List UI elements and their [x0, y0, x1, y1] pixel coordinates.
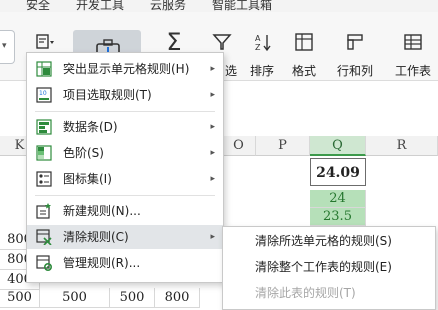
- cell-q-value[interactable]: 24.09: [310, 158, 366, 186]
- tab-smart-toolbox[interactable]: 智能工具箱: [212, 0, 272, 12]
- manage-rules-icon: [36, 255, 52, 271]
- conditional-format-menu: 突出显示单元格规则(H) ▸ 10 项目选取规则(T) ▸ 数据条(D) ▸ 色…: [26, 52, 224, 283]
- cell-q-green-1[interactable]: 24: [310, 190, 366, 208]
- svg-text:A: A: [255, 34, 261, 43]
- sort-label: 排序: [249, 64, 274, 78]
- sort-button[interactable]: A Z 排序: [244, 32, 280, 79]
- menu-item-label: 管理规则(R)...: [63, 256, 141, 270]
- submenu-item-clear-selected-cells[interactable]: 清除所选单元格的规则(S): [223, 229, 435, 253]
- menu-item-label: 清除规则(C): [63, 230, 129, 244]
- menu-item-icon-sets[interactable]: 图标集(I) ▸: [27, 167, 223, 191]
- ribbon-tab-strip: 安全 开发工具 云服务 智能工具箱: [0, 0, 438, 12]
- menu-item-color-scales[interactable]: 色阶(S) ▸: [27, 141, 223, 165]
- tab-developer-tools[interactable]: 开发工具: [76, 0, 124, 12]
- top-bottom-rules-icon: 10: [36, 87, 52, 103]
- worksheet-icon: [404, 34, 422, 50]
- tab-cloud-service[interactable]: 云服务: [150, 0, 186, 12]
- column-header-p[interactable]: P: [256, 136, 310, 156]
- format-icon: [295, 33, 313, 51]
- menu-item-highlight-cell-rules[interactable]: 突出显示单元格规则(H) ▸: [27, 57, 223, 81]
- worksheet-button[interactable]: 工作表: [388, 32, 438, 79]
- chevron-right-icon: ▸: [210, 232, 215, 242]
- menu-item-label: 新建规则(N)...: [63, 204, 141, 218]
- cell-left-4[interactable]: 500: [0, 288, 40, 308]
- menu-separator: [35, 111, 215, 112]
- chevron-right-icon: ▸: [210, 90, 215, 100]
- row-col-icon: [347, 34, 363, 50]
- menu-separator: [35, 195, 215, 196]
- clear-rules-submenu: 清除所选单元格的规则(S) 清除整个工作表的规则(E) 清除此表的规则(T): [222, 226, 436, 310]
- filter-icon: [212, 34, 232, 50]
- svg-text:10: 10: [39, 90, 47, 97]
- tab-security[interactable]: 安全: [26, 0, 50, 12]
- icon-sets-icon: [36, 171, 52, 187]
- chevron-right-icon: ▸: [210, 64, 215, 74]
- sort-icon: A Z: [255, 34, 271, 52]
- menu-item-manage-rules[interactable]: 管理规则(R)...: [27, 251, 223, 275]
- ribbon-left-dropdown[interactable]: ▾: [0, 30, 15, 64]
- chevron-right-icon: ▸: [210, 174, 215, 184]
- sum-button[interactable]: Σ: [160, 30, 188, 54]
- menu-item-top-bottom-rules[interactable]: 10 项目选取规则(T) ▸: [27, 83, 223, 107]
- cell-q-green-2[interactable]: 23.5: [310, 208, 366, 226]
- submenu-item-clear-entire-sheet[interactable]: 清除整个工作表的规则(E): [223, 255, 435, 279]
- cell-c-row[interactable]: 500: [110, 288, 155, 308]
- column-header-r[interactable]: R: [366, 136, 438, 156]
- highlight-cells-icon: [36, 61, 52, 77]
- format-label: 格式: [291, 64, 316, 78]
- format-button[interactable]: 格式: [286, 32, 322, 79]
- column-header-q[interactable]: Q: [310, 136, 366, 156]
- new-rule-icon: [36, 203, 51, 219]
- chevron-right-icon: ▸: [210, 122, 215, 132]
- menu-item-data-bars[interactable]: 数据条(D) ▸: [27, 115, 223, 139]
- menu-item-label: 突出显示单元格规则(H): [63, 62, 190, 76]
- menu-item-label: 图标集(I): [63, 172, 112, 186]
- row-col-label: 行和列: [336, 64, 373, 78]
- clear-rules-icon: [36, 229, 52, 245]
- worksheet-label: 工作表: [394, 64, 431, 78]
- row-col-button[interactable]: 行和列: [330, 32, 380, 79]
- cell-b-row[interactable]: 500: [40, 288, 110, 308]
- chevron-down-icon: ▾: [2, 41, 7, 51]
- submenu-item-clear-this-table: 清除此表的规则(T): [255, 286, 356, 300]
- data-bars-icon: [36, 119, 52, 135]
- menu-item-label: 色阶(S): [63, 146, 104, 160]
- menu-item-label: 数据条(D): [63, 120, 118, 134]
- conditional-format-button[interactable]: [28, 32, 62, 52]
- menu-item-clear-rules[interactable]: 清除规则(C) ▸: [27, 225, 223, 249]
- column-header-o[interactable]: O: [222, 136, 256, 156]
- chevron-right-icon: ▸: [210, 148, 215, 158]
- menu-item-new-rule[interactable]: 新建规则(N)...: [27, 199, 223, 223]
- cell-d-row[interactable]: 800: [155, 288, 200, 308]
- menu-item-label: 项目选取规则(T): [63, 88, 152, 102]
- conditional-format-icon: [36, 34, 54, 49]
- color-scales-icon: [36, 145, 52, 161]
- svg-text:Z: Z: [255, 43, 261, 52]
